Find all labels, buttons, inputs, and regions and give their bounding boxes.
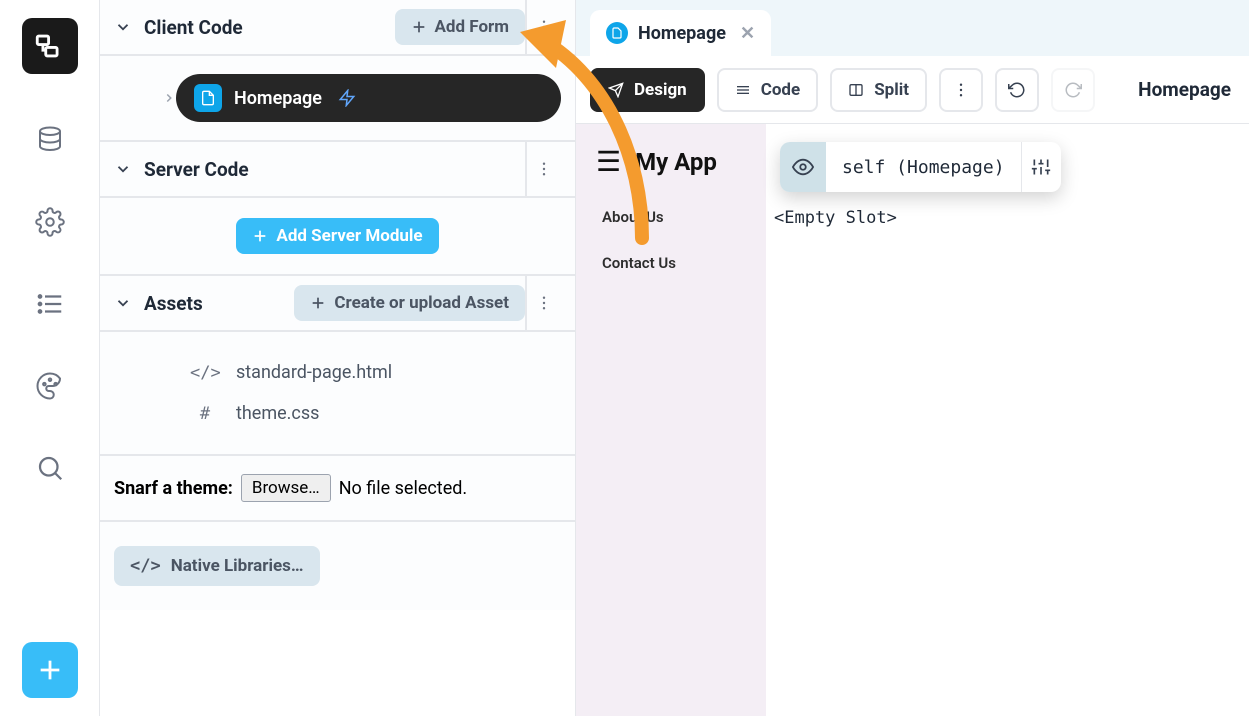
add-form-button[interactable]: Add Form xyxy=(395,9,526,45)
nav-link-contact[interactable]: Contact Us xyxy=(586,240,756,286)
undo-button[interactable] xyxy=(995,68,1039,112)
hash-icon: # xyxy=(190,404,220,424)
search-icon[interactable] xyxy=(34,452,66,484)
form-icon xyxy=(606,22,628,44)
browse-button[interactable]: Browse… xyxy=(241,474,331,502)
gear-icon[interactable] xyxy=(34,206,66,238)
client-code-header[interactable]: Client Code Add Form xyxy=(100,0,575,56)
add-server-module-button[interactable]: Add Server Module xyxy=(236,218,438,254)
assets-header[interactable]: Assets Create or upload Asset xyxy=(100,276,575,332)
chevron-down-icon xyxy=(114,294,132,312)
more-button[interactable] xyxy=(939,68,983,112)
asset-name: theme.css xyxy=(236,403,319,424)
asset-item[interactable]: </> standard-page.html xyxy=(114,352,561,393)
server-code-title: Server Code xyxy=(144,158,525,181)
editor-tabbar: Homepage ✕ xyxy=(576,0,1249,56)
selector-text: self (Homepage) xyxy=(826,157,1021,178)
breadcrumb: Homepage xyxy=(1138,78,1235,101)
native-libraries-label: Native Libraries… xyxy=(171,556,304,576)
server-code-more[interactable] xyxy=(525,142,561,196)
native-libraries-button[interactable]: </> Native Libraries… xyxy=(114,546,320,586)
preview-main: self (Homepage) <Empty Slot> xyxy=(766,124,1249,716)
app-browser-panel: Client Code Add Form Homepage Server Cod… xyxy=(100,0,576,716)
code-icon: </> xyxy=(130,556,161,576)
create-asset-button[interactable]: Create or upload Asset xyxy=(294,285,525,321)
code-button[interactable]: Code xyxy=(717,68,818,112)
asset-item[interactable]: # theme.css xyxy=(114,393,561,434)
server-code-header[interactable]: Server Code xyxy=(100,142,575,198)
file-status: No file selected. xyxy=(339,478,467,499)
add-server-module-label: Add Server Module xyxy=(276,226,422,246)
form-item-homepage[interactable]: Homepage xyxy=(176,74,561,122)
client-code-title: Client Code xyxy=(144,16,395,39)
database-icon[interactable] xyxy=(34,124,66,156)
split-button[interactable]: Split xyxy=(830,68,927,112)
hamburger-icon[interactable]: ☰ xyxy=(596,148,621,176)
add-form-label: Add Form xyxy=(435,17,510,37)
list-icon[interactable] xyxy=(34,288,66,320)
create-asset-label: Create or upload Asset xyxy=(334,293,509,313)
nav-link-about[interactable]: About Us xyxy=(586,194,756,240)
server-code-body: Add Server Module xyxy=(100,198,575,276)
eye-icon[interactable] xyxy=(780,142,826,192)
add-button[interactable] xyxy=(22,642,78,698)
asset-name: standard-page.html xyxy=(236,362,392,383)
split-label: Split xyxy=(874,80,909,100)
redo-button[interactable] xyxy=(1051,68,1095,112)
design-canvas: ☰ My App About Us Contact Us self (Homep… xyxy=(576,124,1249,716)
chevron-down-icon xyxy=(114,160,132,178)
code-icon: </> xyxy=(190,363,220,383)
homepage-label: Homepage xyxy=(234,88,322,109)
assets-title: Assets xyxy=(144,292,294,315)
native-libraries-row: </> Native Libraries… xyxy=(100,522,575,610)
sliders-icon[interactable] xyxy=(1021,142,1061,192)
code-label: Code xyxy=(761,80,800,100)
close-icon[interactable]: ✕ xyxy=(740,23,755,44)
component-selector[interactable]: self (Homepage) xyxy=(780,142,1061,192)
empty-slot-label: <Empty Slot> xyxy=(774,208,897,228)
assets-more[interactable] xyxy=(525,276,561,330)
preview-sidebar: ☰ My App About Us Contact Us xyxy=(576,124,766,716)
client-code-body: Homepage xyxy=(100,56,575,142)
design-button[interactable]: Design xyxy=(590,68,705,112)
bolt-icon xyxy=(338,89,356,107)
app-logo xyxy=(22,18,78,74)
snarf-theme-row: Snarf a theme: Browse… No file selected. xyxy=(100,456,575,522)
editor-toolbar: Design Code Split Homepage xyxy=(576,56,1249,124)
snarf-label: Snarf a theme: xyxy=(114,478,233,499)
assets-body: </> standard-page.html # theme.css xyxy=(100,332,575,456)
chevron-right-icon xyxy=(162,91,176,105)
palette-icon[interactable] xyxy=(34,370,66,402)
tab-homepage[interactable]: Homepage ✕ xyxy=(590,10,771,56)
chevron-down-icon xyxy=(114,18,132,36)
editor-area: Homepage ✕ Design Code Split Homepage xyxy=(576,0,1249,716)
client-code-more[interactable] xyxy=(525,0,561,54)
form-icon xyxy=(194,84,222,112)
tab-label: Homepage xyxy=(638,23,726,44)
left-rail xyxy=(0,0,100,716)
app-title: My App xyxy=(635,148,717,176)
design-label: Design xyxy=(634,80,687,100)
